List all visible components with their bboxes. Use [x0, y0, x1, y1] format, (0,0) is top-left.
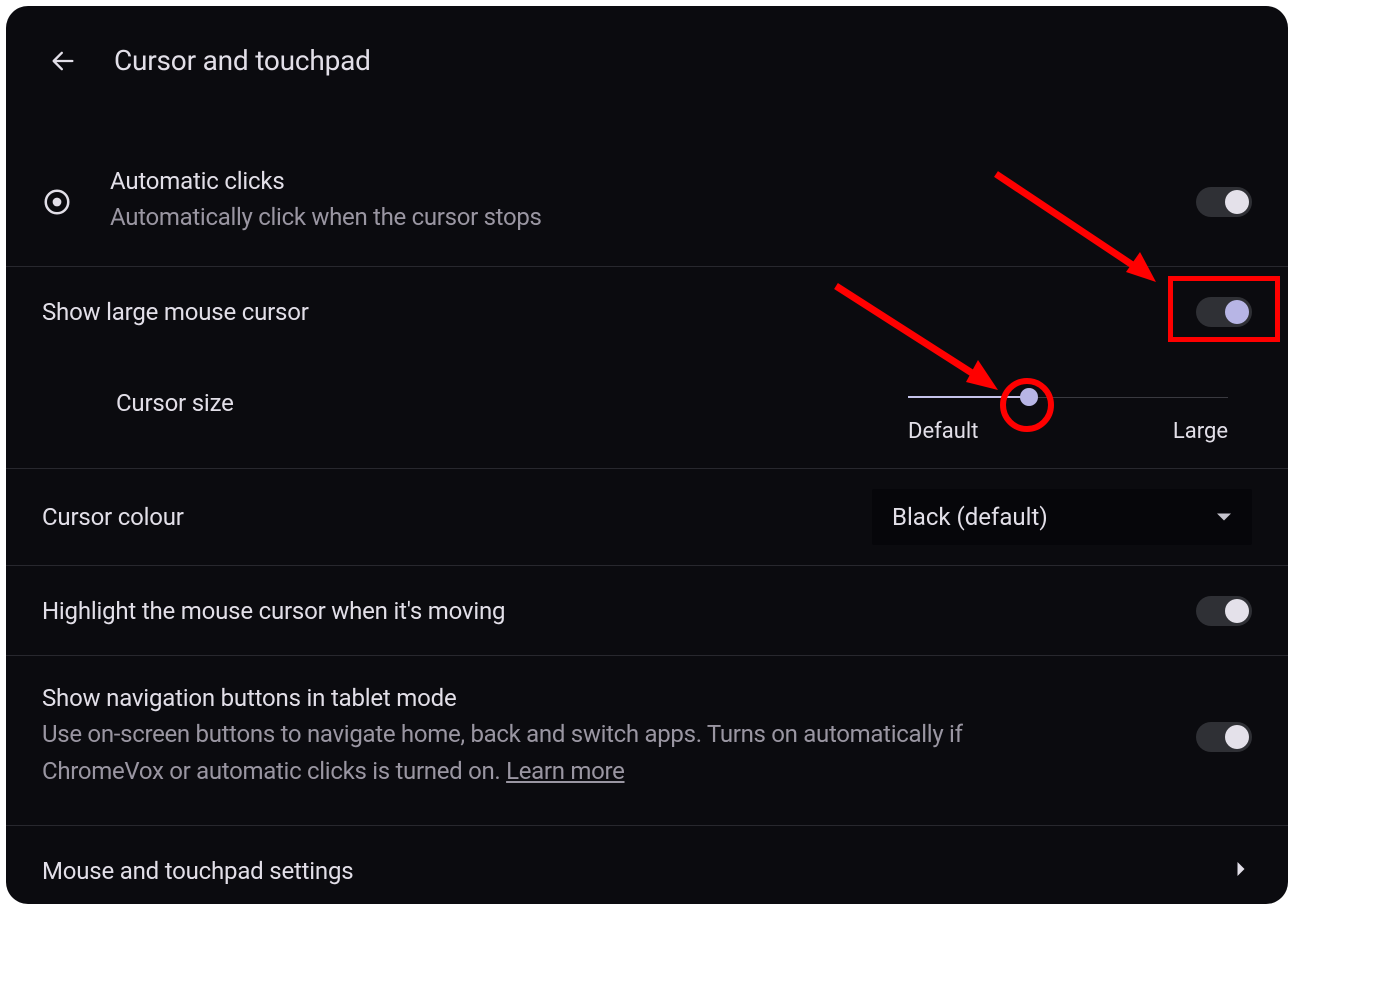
large-cursor-row: Show large mouse cursor: [6, 267, 1288, 357]
cursor-size-row: Cursor size Default Large: [6, 357, 1288, 469]
large-cursor-title: Show large mouse cursor: [42, 298, 1196, 326]
cursor-size-slider-container: Default Large: [908, 381, 1228, 444]
cursor-colour-title: Cursor colour: [42, 503, 872, 531]
cursor-colour-row: Cursor colour Black (default): [6, 469, 1288, 566]
target-icon: [42, 187, 72, 217]
annotation-circle: [1000, 378, 1054, 432]
cursor-size-title: Cursor size: [116, 381, 234, 417]
highlight-cursor-row: Highlight the mouse cursor when it's mov…: [6, 566, 1288, 656]
learn-more-link[interactable]: Learn more: [506, 757, 624, 785]
header: Cursor and touchpad: [6, 6, 1288, 107]
mouse-touchpad-row[interactable]: Mouse and touchpad settings: [6, 826, 1288, 904]
back-arrow-icon: [49, 47, 77, 75]
chevron-down-icon: [1216, 512, 1232, 522]
slider-label-default: Default: [908, 419, 978, 444]
nav-buttons-row: Show navigation buttons in tablet mode U…: [6, 656, 1288, 825]
settings-screen: Cursor and touchpad Automatic clicks Aut…: [6, 6, 1288, 904]
automatic-clicks-toggle[interactable]: [1196, 187, 1252, 217]
highlight-cursor-title: Highlight the mouse cursor when it's mov…: [42, 597, 1196, 625]
mouse-touchpad-title: Mouse and touchpad settings: [42, 857, 1236, 885]
nav-buttons-subtitle: Use on-screen buttons to navigate home, …: [42, 716, 1042, 790]
annotation-box: [1168, 276, 1280, 342]
chevron-right-icon: [1236, 861, 1252, 881]
page-title: Cursor and touchpad: [114, 44, 371, 77]
nav-buttons-title: Show navigation buttons in tablet mode: [42, 684, 1042, 712]
cursor-colour-value: Black (default): [892, 503, 1048, 531]
automatic-clicks-subtitle: Automatically click when the cursor stop…: [110, 199, 542, 236]
slider-label-large: Large: [1173, 419, 1228, 444]
automatic-clicks-title: Automatic clicks: [110, 167, 542, 195]
cursor-colour-select[interactable]: Black (default): [872, 489, 1252, 545]
nav-buttons-subtitle-text: Use on-screen buttons to navigate home, …: [42, 720, 963, 785]
back-button[interactable]: [48, 46, 78, 76]
nav-buttons-toggle[interactable]: [1196, 722, 1252, 752]
settings-content: Automatic clicks Automatically click whe…: [6, 107, 1288, 904]
highlight-cursor-toggle[interactable]: [1196, 596, 1252, 626]
automatic-clicks-row: Automatic clicks Automatically click whe…: [6, 167, 1288, 267]
cursor-size-slider[interactable]: [908, 387, 1228, 407]
